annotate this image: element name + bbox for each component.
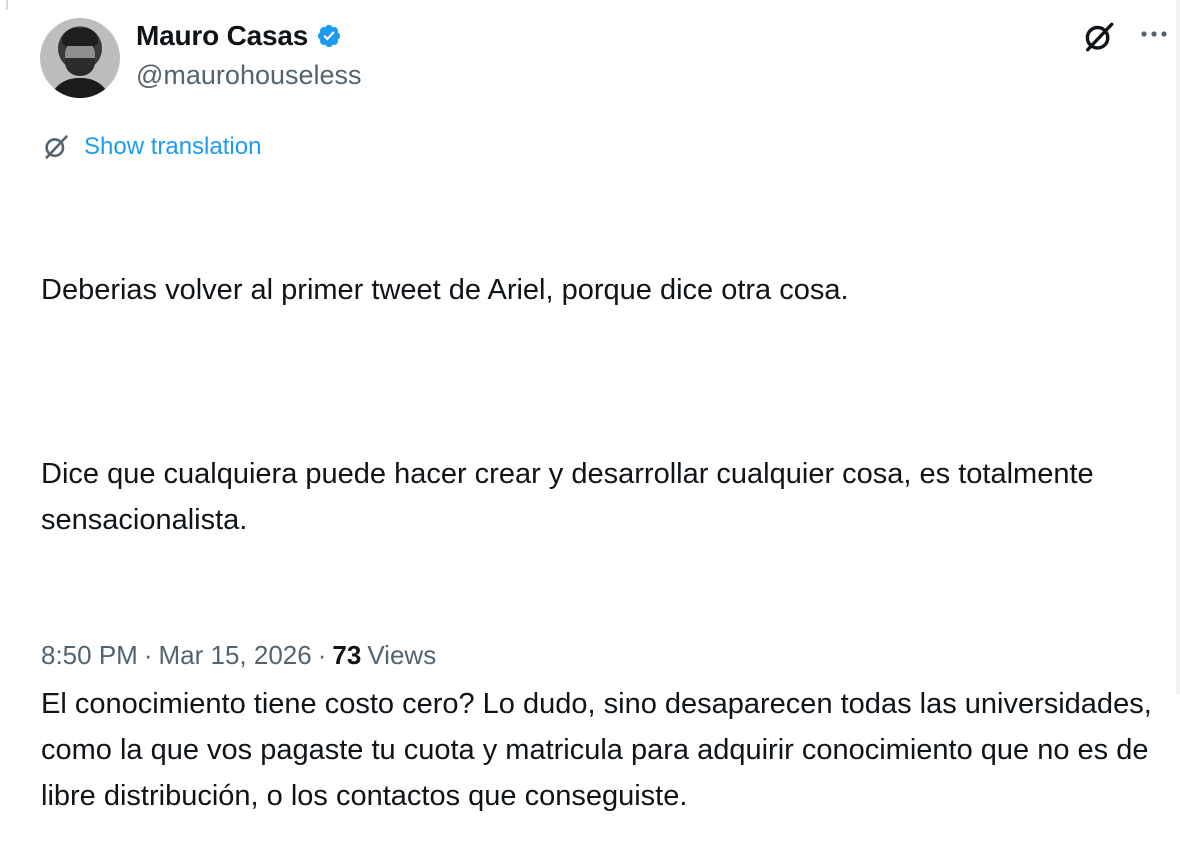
meta-separator: · [317,640,327,670]
views-label[interactable]: Views [367,640,436,671]
tweet-time[interactable]: 8:50 PM [41,640,138,671]
tweet-paragraph: Deberias volver al primer tweet de Ariel… [41,274,849,306]
grok-icon[interactable] [1082,20,1116,54]
views-count[interactable]: 73 [332,640,361,671]
tweet-paragraph: Dice que cualquiera puede hacer crear y … [41,458,1102,536]
author-display-name[interactable]: Mauro Casas [136,20,308,52]
grok-translate-icon [45,135,68,159]
timeline-border [1176,0,1180,694]
author-handle[interactable]: @maurohouseless [136,60,362,91]
tweet-meta: 8:50 PM · Mar 15, 2026 · 73 Views [41,640,436,671]
avatar[interactable] [40,18,120,98]
verified-badge-icon[interactable] [316,23,342,49]
show-translation-link[interactable]: Show translation [84,133,261,161]
more-icon[interactable] [1138,24,1170,44]
author-name-row: Mauro Casas [136,20,342,52]
tweet-date[interactable]: Mar 15, 2026 [159,640,312,671]
thread-connector-line [6,0,8,10]
tweet-text: Deberias volver al primer tweet de Ariel… [41,175,1161,865]
translation-row: Show translation [42,133,261,161]
meta-separator: · [143,640,153,670]
tweet-paragraph: El conocimiento tiene costo cero? Lo dud… [41,688,1160,812]
